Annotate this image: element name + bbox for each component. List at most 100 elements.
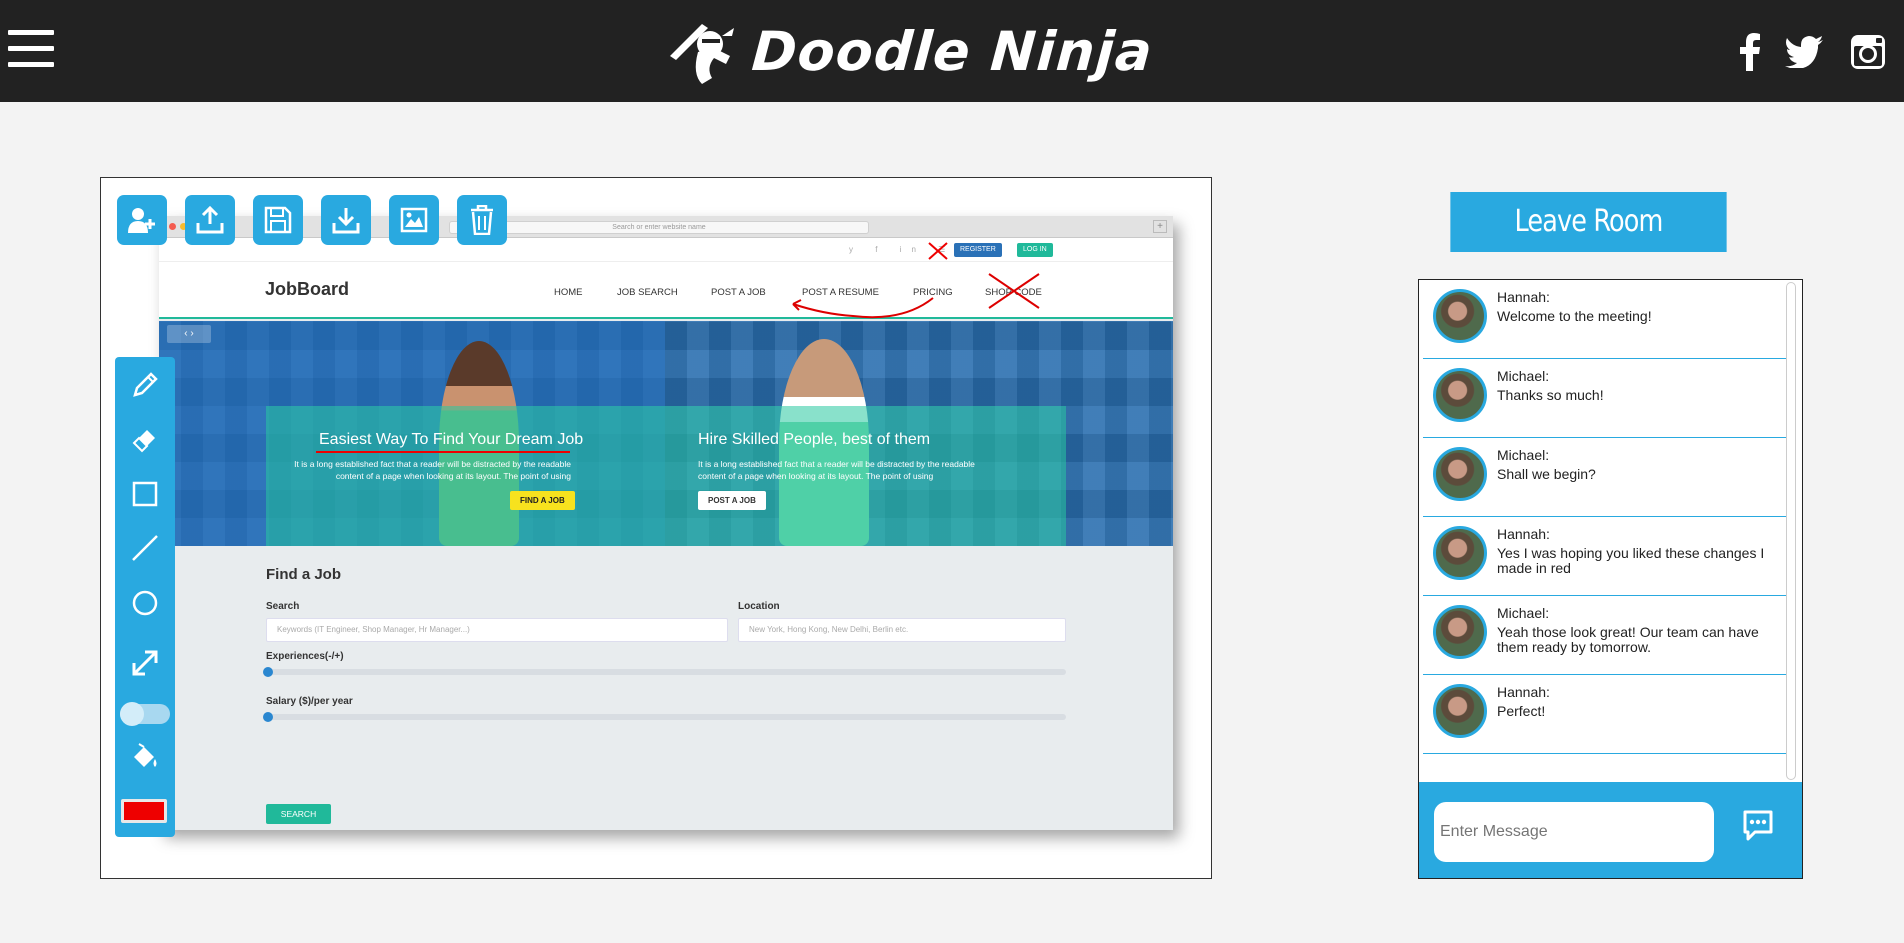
download-icon [332,208,360,234]
hero-banner: ‹ › Easiest Way To Find Your Dream Job I… [159,321,1173,546]
download-button[interactable] [321,195,371,245]
size-toggle[interactable] [120,702,170,726]
location-field: New York, Hong Kong, New Delhi, Berlin e… [738,618,1066,642]
message-author: Hannah: [1497,684,1550,700]
hero-left-text: It is a long established fact that a rea… [294,459,571,481]
circle-icon [132,590,158,616]
trash-icon [471,205,493,235]
drawing-toolbar [115,357,175,837]
avatar [1433,684,1487,738]
register-button: REGISTER [954,243,1002,257]
message-author: Michael: [1497,368,1550,384]
shared-screenshot: Search or enter website name + y f in ☰ … [159,216,1173,830]
circle-tool[interactable] [115,583,175,623]
upload-icon [196,206,224,234]
resize-tool[interactable] [115,643,175,683]
experience-slider [266,669,1066,675]
message-author: Hannah: [1497,526,1550,542]
red-cross-annotation [988,273,1040,309]
experience-slider-knob [263,667,273,677]
chat-message: Michael: Yeah those look great! Our team… [1423,596,1786,675]
job-search-field: Keywords (IT Engineer, Shop Manager, Hr … [266,618,728,642]
drawing-canvas[interactable]: Search or enter website name + y f in ☰ … [100,177,1212,879]
eraser-icon [132,430,155,453]
chat-scrollbar[interactable] [1786,282,1796,780]
site-nav: JobBoard HOME JOB SEARCH POST A JOB POST… [159,262,1173,319]
leave-room-button[interactable]: Leave Room [1450,192,1727,252]
chat-message: Hannah: Welcome to the meeting! [1423,280,1786,359]
login-button: LOG IN [1017,243,1053,257]
message-author: Hannah: [1497,289,1550,305]
pencil-tool[interactable] [115,365,175,405]
twitter-icon[interactable] [1784,32,1824,72]
nav-post-job: POST A JOB [711,287,766,298]
site-brand: JobBoard [265,279,350,299]
avatar [1433,289,1487,343]
brand-title: Doodle Ninja [749,19,1155,83]
experience-label: Experiences(-/+) [266,651,344,662]
avatar [1433,605,1487,659]
save-button[interactable] [253,195,303,245]
message-text: Perfect! [1497,703,1546,719]
eraser-tool[interactable] [115,419,175,459]
find-job-section: Find a Job Search Keywords (IT Engineer,… [159,546,1173,830]
salary-slider [266,714,1066,720]
image-icon [400,207,428,233]
location-label: Location [738,601,780,612]
pencil-icon [133,372,158,397]
top-bar: Doodle Ninja [0,0,1904,102]
facebook-icon[interactable] [1730,32,1770,72]
message-text: Shall we begin? [1497,466,1596,482]
message-text: Yeah those look great! Our team can have… [1497,624,1759,655]
hero-left-title: Easiest Way To Find Your Dream Job [319,431,584,448]
message-list: Hannah: Welcome to the meeting! Michael:… [1419,280,1786,780]
resize-icon [132,650,158,676]
url-bar: Search or enter website name [449,221,869,234]
salary-slider-knob [263,712,273,722]
chat-message: Michael: Shall we begin? [1423,438,1786,517]
red-arrow-annotation [792,297,934,319]
avatar [1433,447,1487,501]
find-job-title: Find a Job [266,566,341,583]
avatar [1433,526,1487,580]
menu-icon[interactable] [8,30,54,72]
delete-button[interactable] [457,195,507,245]
message-input[interactable] [1434,802,1714,862]
fill-tool[interactable] [115,737,175,777]
hero-right-text: It is a long established fact that a rea… [698,459,975,481]
message-text: Welcome to the meeting! [1497,308,1652,324]
instagram-icon[interactable] [1848,32,1888,72]
nav-home: HOME [554,287,583,298]
salary-label: Salary ($)/per year [266,696,353,707]
selected-color [124,802,164,820]
nav-job-search: JOB SEARCH [617,287,678,298]
find-job-button: FIND A JOB [510,491,575,510]
message-text: Yes I was hoping you liked these changes… [1497,545,1765,576]
size-toggle-knob[interactable] [120,702,144,726]
message-author: Michael: [1497,447,1550,463]
save-icon [264,206,292,234]
square-tool[interactable] [115,474,175,514]
red-underline [316,451,570,453]
send-button[interactable] [1741,808,1775,842]
message-text: Thanks so much! [1497,387,1604,403]
search-label: Search [266,601,300,612]
message-author: Michael: [1497,605,1550,621]
color-swatch[interactable] [121,799,167,823]
add-user-icon [128,208,155,233]
ninja-logo-icon [670,24,734,84]
chat-panel: Hannah: Welcome to the meeting! Michael:… [1418,279,1803,879]
logo: Doodle Ninja [662,12,1155,90]
upload-button[interactable] [185,195,235,245]
hero-right-title: Hire Skilled People, best of them [698,431,931,448]
avatar [1433,368,1487,422]
red-cross-mark [928,242,948,260]
square-icon [132,481,158,507]
top-strip: y f in ☰ REGISTER LOG IN [159,238,1173,262]
add-user-button[interactable] [117,195,167,245]
message-composer [1419,782,1802,878]
paint-bucket-icon [134,743,157,767]
line-tool[interactable] [115,528,175,568]
image-button[interactable] [389,195,439,245]
chat-message: Hannah: Yes I was hoping you liked these… [1423,517,1786,596]
